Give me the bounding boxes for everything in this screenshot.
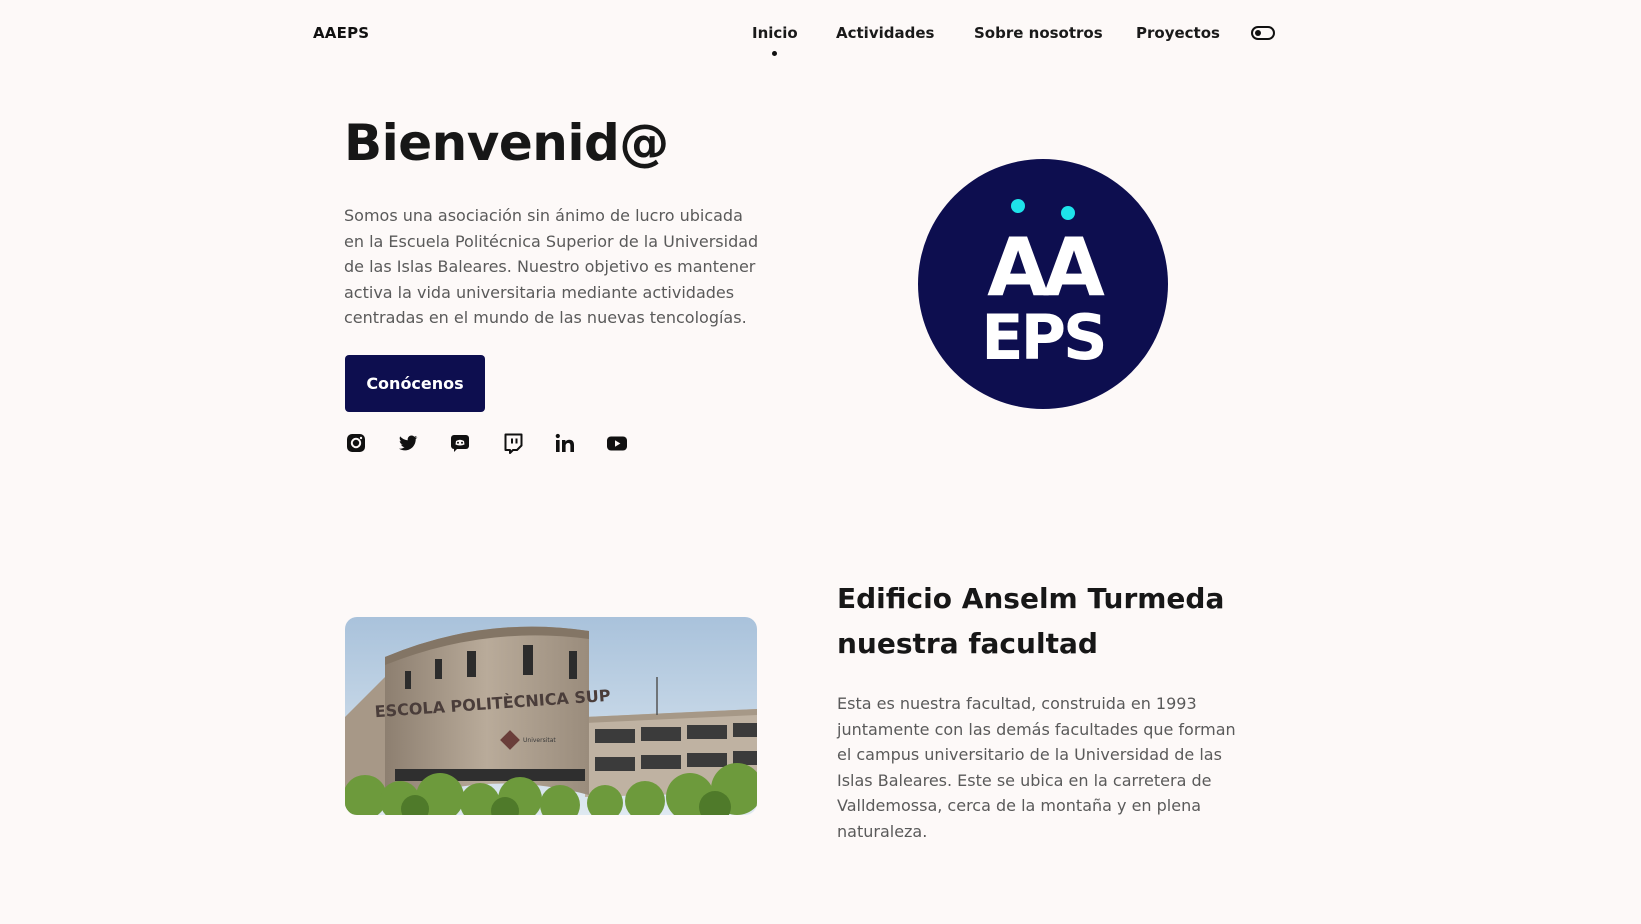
site-brand[interactable]: AAEPS bbox=[313, 24, 369, 42]
nav-item-label: Proyectos bbox=[1136, 24, 1220, 42]
hero-title: Bienvenid@ bbox=[344, 114, 669, 172]
facility-title-line1: Edificio Anselm Turmeda bbox=[837, 582, 1225, 615]
nav-item-label: Inicio bbox=[752, 24, 798, 42]
hero-description: Somos una asociación sin ánimo de lucro … bbox=[344, 206, 759, 328]
logo-text-eps: EPS bbox=[981, 301, 1104, 374]
logo-accent-dot bbox=[1011, 199, 1025, 213]
facility-title: Edificio Anselm Turmeda nuestra facultad bbox=[837, 576, 1257, 666]
facility-photo: ESCOLA POLITÈCNICA SUP Universitat bbox=[345, 617, 757, 815]
nav-item-sobre-nosotros[interactable]: Sobre nosotros bbox=[974, 24, 1103, 42]
nav-item-label: Sobre nosotros bbox=[974, 24, 1103, 42]
youtube-icon[interactable] bbox=[606, 432, 628, 454]
image-plaque-text: Universitat bbox=[523, 737, 556, 744]
facility-description: Esta es nuestra facultad, construida en … bbox=[837, 694, 1236, 841]
discord-icon[interactable] bbox=[449, 432, 471, 454]
nav-item-actividades[interactable]: Actividades bbox=[836, 24, 934, 42]
conocenos-button[interactable]: Conócenos bbox=[345, 355, 485, 412]
logo-accent-dot bbox=[1061, 206, 1075, 220]
twitch-icon[interactable] bbox=[502, 432, 524, 454]
social-links bbox=[345, 432, 635, 456]
instagram-icon[interactable] bbox=[345, 432, 367, 454]
theme-toggle-icon[interactable] bbox=[1251, 26, 1275, 40]
aaeps-logo: AA EPS bbox=[918, 159, 1168, 409]
toggle-knob bbox=[1255, 30, 1261, 36]
facility-title-line2: nuestra facultad bbox=[837, 627, 1098, 660]
nav-item-inicio[interactable]: Inicio bbox=[752, 24, 798, 56]
linkedin-icon[interactable] bbox=[554, 432, 576, 454]
nav-item-label: Actividades bbox=[836, 24, 935, 42]
nav-item-proyectos[interactable]: Proyectos bbox=[1136, 24, 1220, 42]
active-indicator bbox=[772, 51, 778, 56]
twitter-icon[interactable] bbox=[397, 432, 419, 454]
